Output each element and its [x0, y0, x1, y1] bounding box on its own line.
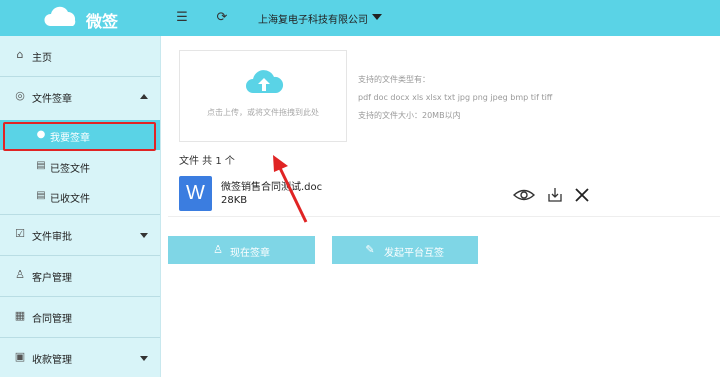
sidebar-item-label: 主页: [32, 53, 52, 64]
sidebar-subitem-label: 已收文件: [50, 194, 90, 205]
supported-types-list: pdf doc docx xls xlsx txt jpg png jpeg b…: [358, 93, 553, 102]
sidebar-subitem-label: 已签文件: [50, 164, 90, 175]
company-dropdown-icon[interactable]: [372, 14, 382, 20]
stamp-icon: ♙: [213, 243, 223, 256]
menu-toggle-icon[interactable]: ☰: [174, 10, 190, 26]
sign-now-label: 现在签章: [230, 248, 270, 259]
document-icon: ▤: [36, 190, 46, 201]
sidebar-item-home[interactable]: ⌂ 主页: [0, 36, 160, 76]
user-icon: ♙: [15, 268, 25, 281]
sidebar-item-label: 收款管理: [32, 355, 72, 366]
chevron-up-icon: [140, 94, 148, 99]
chevron-down-icon: [140, 356, 148, 361]
supported-types-title: 支持的文件类型有：: [358, 75, 430, 84]
approval-icon: ☑: [15, 227, 25, 240]
signature-icon: ◎: [15, 89, 25, 102]
max-file-size: 支持的文件大小：20MB以内: [358, 111, 461, 120]
sidebar-item-payments[interactable]: ▣ 收款管理: [0, 338, 160, 378]
sidebar-subitem-signed-files[interactable]: ▤ 已签文件: [0, 151, 160, 181]
contract-icon: ▦: [14, 309, 26, 322]
sign-now-button[interactable]: ♙ 现在签章: [168, 236, 315, 264]
refresh-icon[interactable]: ⟳: [214, 10, 230, 26]
file-count: 文件 共 1 个: [179, 156, 235, 167]
eye-icon[interactable]: [513, 187, 535, 203]
top-bar: 微签 ☰ ⟳ 上海复电子科技有限公司: [0, 0, 720, 36]
sidebar: ⌂ 主页 ◎ 文件签章 ● 我要签章 ▤ 已签文件 ▤ 已收文件 ☑ 文件审批 …: [0, 36, 161, 377]
sidebar-item-label: 文件签章: [32, 94, 72, 105]
document-icon: ▤: [36, 160, 46, 171]
upload-dropzone[interactable]: 点击上传，或将文件拖拽到此处: [179, 50, 347, 142]
download-icon[interactable]: [546, 187, 564, 203]
sidebar-item-label: 合同管理: [32, 314, 72, 325]
edit-document-icon: ✎: [365, 243, 375, 256]
close-icon[interactable]: [573, 187, 591, 203]
app-name: 微签: [86, 12, 119, 31]
cloud-upload-icon: [246, 70, 284, 93]
file-size: 28KB: [221, 195, 248, 206]
sidebar-item-customers[interactable]: ♙ 客户管理: [0, 256, 160, 296]
company-selector[interactable]: 上海复电子科技有限公司: [258, 11, 368, 26]
sidebar-item-file-signature[interactable]: ◎ 文件签章: [0, 77, 160, 117]
file-list-item: W 微签销售合同测试.doc 28KB: [168, 170, 720, 217]
sidebar-item-label: 文件审批: [32, 232, 72, 243]
sidebar-item-contracts[interactable]: ▦ 合同管理: [0, 297, 160, 337]
chevron-down-icon: [140, 233, 148, 238]
payment-icon: ▣: [14, 350, 26, 363]
cloud-logo-icon: [44, 6, 76, 27]
sidebar-subitem-received-files[interactable]: ▤ 已收文件: [0, 181, 160, 211]
home-icon: ⌂: [16, 48, 24, 61]
upload-hint: 点击上传，或将文件拖拽到此处: [207, 108, 319, 117]
word-file-icon: W: [179, 176, 212, 211]
sidebar-item-label: 客户管理: [32, 273, 72, 284]
annotation-highlight-box: [3, 122, 156, 151]
platform-sign-label: 发起平台互签: [384, 248, 444, 259]
platform-sign-button[interactable]: ✎ 发起平台互签: [332, 236, 478, 264]
annotation-arrow: [273, 155, 308, 223]
sidebar-item-file-approval[interactable]: ☑ 文件审批: [0, 215, 160, 255]
